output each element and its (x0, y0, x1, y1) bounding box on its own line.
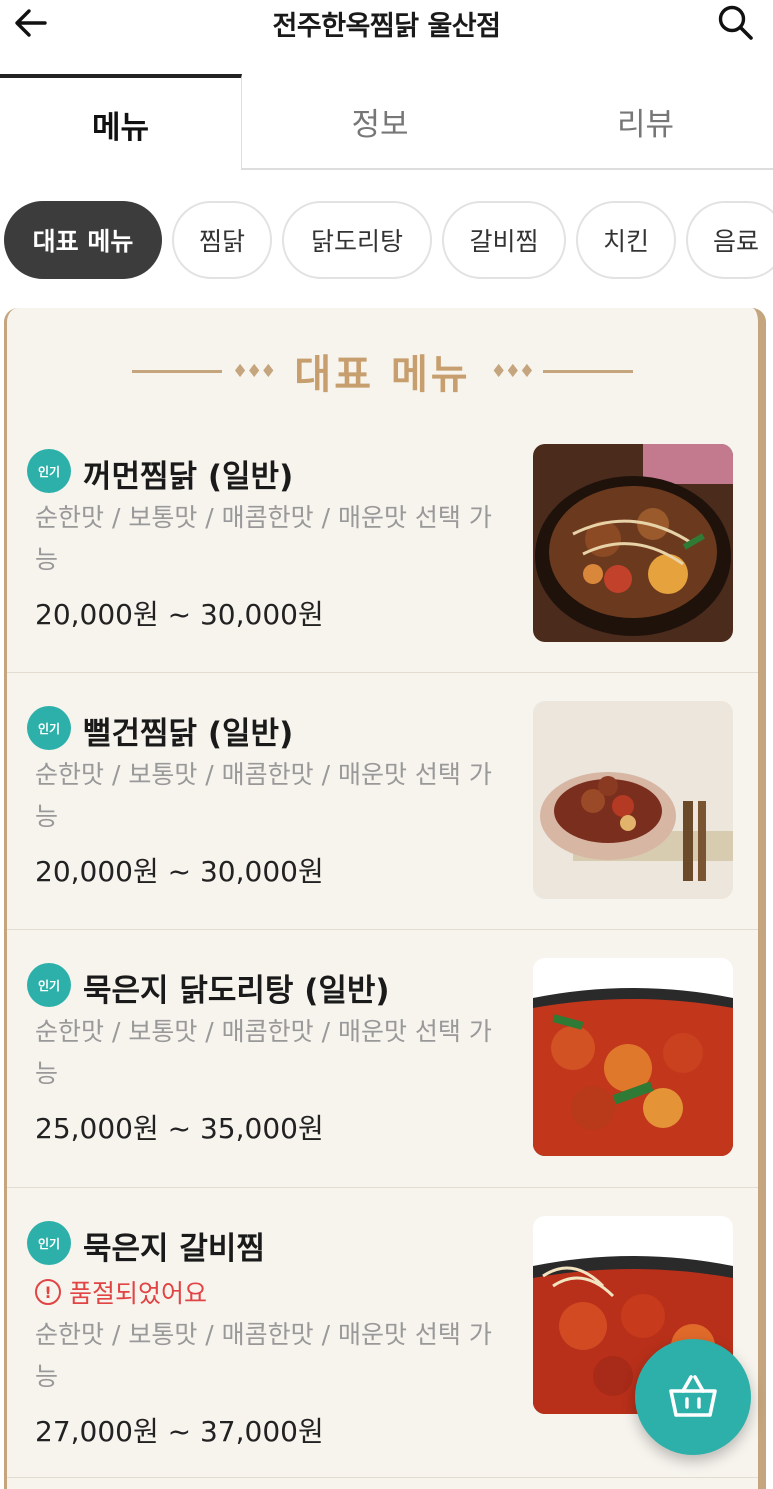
menu-item-description: 순한맛 / 보통맛 / 매콤한맛 / 매운맛 선택 가능 (35, 1320, 492, 1391)
menu-item-description: 순한맛 / 보통맛 / 매콤한맛 / 매운맛 선택 가능 (35, 1017, 492, 1088)
chip-signature-menu[interactable]: 대표 메뉴 (4, 201, 162, 279)
alert-circle-icon: ! (35, 1279, 61, 1305)
tab-reviews[interactable]: 리뷰 (518, 74, 773, 170)
divider-right (542, 369, 633, 373)
menu-item-photo (533, 444, 733, 642)
menu-item-description: 순한맛 / 보통맛 / 매콤한맛 / 매운맛 선택 가능 (35, 503, 492, 574)
chip-dakdoritang[interactable]: 닭도리탕 (282, 201, 432, 279)
food-photo-illustration (533, 701, 733, 899)
chip-galbijjim[interactable]: 갈비찜 (442, 201, 566, 279)
section-title: 대표 메뉴 (294, 352, 471, 398)
cart-button[interactable] (635, 1339, 751, 1455)
menu-item[interactable]: 인기 묵은지 갈비찜 ! 품절되었어요 순한맛 / 보통맛 / 매콤한맛 / 매… (7, 1188, 758, 1478)
menu-item[interactable]: 인기 꺼먼찜닭 (일반) 순한맛 / 보통맛 / 매콤한맛 / 매운맛 선택 가… (7, 423, 758, 673)
menu-item-name: 꺼먼찜닭 (일반) (83, 459, 294, 495)
soldout-notice: ! 품절되었어요 (35, 1274, 207, 1310)
store-title: 전주한옥찜닭 울산점 (272, 11, 501, 42)
tab-info[interactable]: 정보 (242, 74, 518, 170)
menu-item-name: 묵은지 닭도리탕 (일반) (83, 973, 390, 1009)
menu-item-photo (533, 701, 733, 899)
divider-left (132, 369, 222, 373)
soldout-text: 품절되었어요 (69, 1279, 208, 1308)
menu-item-description: 순한맛 / 보통맛 / 매콤한맛 / 매운맛 선택 가능 (35, 760, 492, 831)
search-icon (718, 5, 753, 40)
popular-badge: 인기 (27, 963, 71, 1007)
menu-item-price: 20,000원 ~ 30,000원 (35, 855, 324, 888)
popular-badge: 인기 (27, 706, 71, 750)
shopping-basket-icon (669, 1375, 717, 1417)
menu-item-price: 25,000원 ~ 35,000원 (35, 1112, 324, 1145)
menu-item-price: 27,000원 ~ 37,000원 (35, 1415, 324, 1448)
diamond-decoration-right: ♦♦♦ (490, 360, 535, 382)
top-app-bar: 전주한옥찜닭 울산점 (0, 0, 773, 70)
popular-badge: 인기 (27, 449, 71, 493)
menu-item-name: 뻘건찜닭 (일반) (83, 716, 294, 752)
menu-item-photo (533, 958, 733, 1156)
food-photo-illustration (533, 958, 733, 1156)
menu-panel: ♦♦♦ 대표 메뉴 ♦♦♦ 인기 꺼먼찜닭 (일반) 순한맛 / 보통맛 / 매… (4, 308, 766, 1489)
section-header: ♦♦♦ 대표 메뉴 ♦♦♦ (7, 338, 758, 404)
food-photo-illustration (533, 444, 733, 642)
chip-drinks[interactable]: 음료 (686, 201, 773, 279)
menu-item-price: 20,000원 ~ 30,000원 (35, 598, 324, 631)
chip-jjimdak[interactable]: 찜닭 (172, 201, 272, 279)
tab-menu[interactable]: 메뉴 (0, 74, 242, 170)
store-tabs: 메뉴 정보 리뷰 (0, 74, 773, 170)
menu-item[interactable]: 인기 뻘건찜닭 (일반) 순한맛 / 보통맛 / 매콤한맛 / 매운맛 선택 가… (7, 673, 758, 930)
category-chips: 대표 메뉴 찜닭 닭도리탕 갈비찜 치킨 음료 (0, 197, 773, 283)
search-button[interactable] (713, 0, 759, 46)
chip-chicken[interactable]: 치킨 (576, 201, 676, 279)
menu-item-name: 묵은지 갈비찜 (83, 1231, 265, 1267)
diamond-decoration-left: ♦♦♦ (232, 360, 276, 382)
menu-item[interactable]: 인기 묵은지 닭도리탕 (일반) 순한맛 / 보통맛 / 매콤한맛 / 매운맛 … (7, 930, 758, 1188)
popular-badge: 인기 (27, 1221, 71, 1265)
